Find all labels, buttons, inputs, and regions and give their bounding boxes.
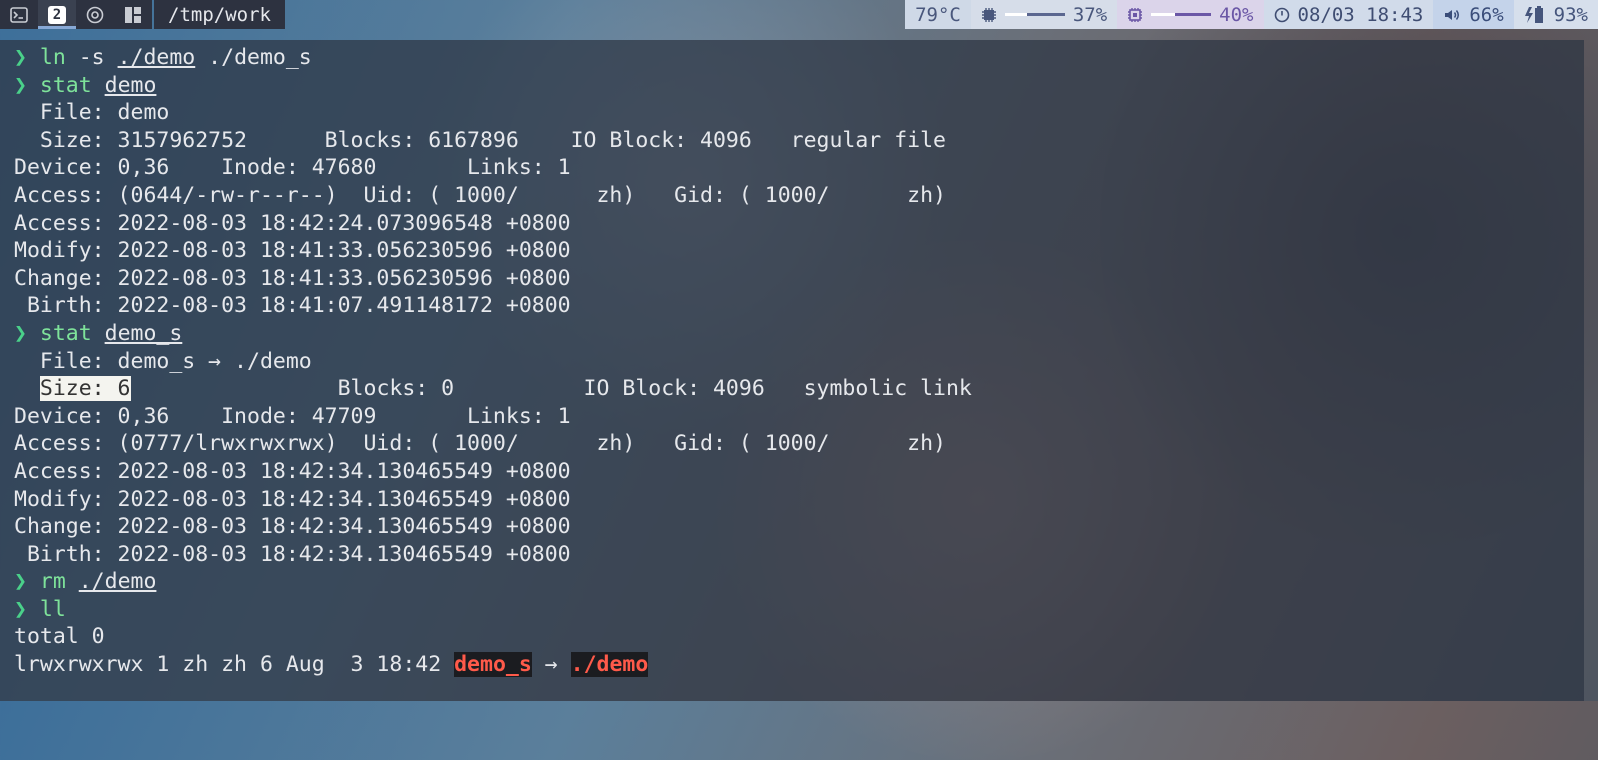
output-line: Birth: 2022-08-03 18:42:34.130465549 +08… <box>14 541 972 569</box>
clock-widget[interactable]: 08/03 18:43 <box>1263 0 1434 29</box>
command-line: ❯ stat demo <box>14 72 972 100</box>
workspace-terminal[interactable] <box>0 0 38 29</box>
path-argument: ./demo <box>78 569 157 595</box>
ls-entry-details: lrwxrwxrwx 1 zh zh 6 Aug 3 18:42 <box>14 652 455 678</box>
windows-icon <box>125 6 141 23</box>
cpu-value: 40% <box>1219 3 1254 26</box>
command-name: ll <box>39 596 66 622</box>
command-name: ln <box>39 45 66 70</box>
workspace-windows[interactable] <box>114 0 152 29</box>
output-text: Modify: 2022-08-03 18:42:34.130465549 +0… <box>14 486 571 512</box>
path-argument: demo <box>104 72 157 98</box>
output-line: Change: 2022-08-03 18:42:34.130465549 +0… <box>14 513 972 541</box>
output-text: File: demo_s → ./demo <box>14 348 312 374</box>
command-name: stat <box>39 320 92 346</box>
output-text: total 0 <box>14 624 105 650</box>
output-line: Size: 6 Blocks: 0 IO Block: 4096 symboli… <box>14 375 972 403</box>
output-text: Device: 0,36 Inode: 47709 Links: 1 <box>14 403 571 429</box>
output-text: Access: (0644/-rw-r--r--) Uid: ( 1000/ z… <box>14 182 946 208</box>
output-line: Device: 0,36 Inode: 47680 Links: 1 <box>14 154 972 182</box>
output-line: lrwxrwxrwx 1 zh zh 6 Aug 3 18:42 demo_s … <box>14 651 972 679</box>
output-line: Modify: 2022-08-03 18:42:34.130465549 +0… <box>14 486 972 514</box>
output-line: Access: (0644/-rw-r--r--) Uid: ( 1000/ z… <box>14 182 972 210</box>
output-line: Change: 2022-08-03 18:41:33.056230596 +0… <box>14 265 972 293</box>
memory-chip-icon <box>981 7 996 22</box>
memory-value: 37% <box>1072 3 1108 26</box>
output-line: File: demo_s → ./demo <box>14 348 972 376</box>
broken-symlink-name: demo_s <box>454 652 532 678</box>
cpu-usage-bar <box>1151 13 1212 16</box>
output-text: Birth: 2022-08-03 18:42:34.130465549 +08… <box>14 541 571 567</box>
volume-value: 66% <box>1469 3 1504 26</box>
cpu-widget: 40% <box>1117 0 1264 29</box>
symlink-arrow: → <box>531 652 571 678</box>
command-line: ❯ ll <box>14 596 972 624</box>
output-text: Change: 2022-08-03 18:42:34.130465549 +0… <box>14 514 571 540</box>
datetime-value: 08/03 18:43 <box>1297 3 1424 26</box>
output-line: Device: 0,36 Inode: 47709 Links: 1 <box>14 403 972 431</box>
output-text: Change: 2022-08-03 18:41:33.056230596 +0… <box>14 265 571 291</box>
selected-text: Size: 6 <box>39 376 131 402</box>
command-line: ❯ ln -s ./demo ./demo_s <box>14 44 972 72</box>
command-argument: -s <box>65 45 118 70</box>
output-text: File: demo <box>14 100 170 126</box>
output-text: Access: 2022-08-03 18:42:34.130465549 +0… <box>14 458 571 484</box>
output-text: Access: 2022-08-03 18:42:24.073096548 +0… <box>14 210 571 236</box>
command-argument <box>66 569 79 594</box>
volume-widget[interactable]: 66% <box>1433 0 1514 29</box>
temperature-value: 79°C <box>915 3 961 26</box>
path-argument: ./demo <box>117 45 196 70</box>
output-line: Modify: 2022-08-03 18:41:33.056230596 +0… <box>14 237 972 265</box>
broken-symlink-target: ./demo <box>570 652 649 678</box>
output-line: Access: (0777/lrwxrwxrwx) Uid: ( 1000/ z… <box>14 430 972 458</box>
cpu-icon <box>1128 7 1143 22</box>
command-argument <box>92 73 105 98</box>
browser-icon <box>86 6 104 23</box>
output-text: Birth: 2022-08-03 18:41:07.491148172 +08… <box>14 293 571 319</box>
command-argument <box>92 321 105 346</box>
command-line: ❯ rm ./demo <box>14 568 972 596</box>
terminal-icon <box>10 6 28 23</box>
output-text: Access: (0777/lrwxrwxrwx) Uid: ( 1000/ z… <box>14 431 946 457</box>
terminal-window[interactable]: ❯ ln -s ./demo ./demo_s ❯ stat demo File:… <box>0 40 1584 701</box>
prompt-symbol: ❯ <box>14 320 40 346</box>
terminal-output: ❯ ln -s ./demo ./demo_s ❯ stat demo File:… <box>14 44 972 679</box>
command-name: rm <box>39 569 66 595</box>
prompt-symbol: ❯ <box>14 72 40 98</box>
output-text: Size: 3157962752 Blocks: 6167896 IO Bloc… <box>14 127 946 153</box>
clock-icon <box>1274 7 1289 22</box>
output-line: Access: 2022-08-03 18:42:24.073096548 +0… <box>14 210 972 238</box>
workspace-2[interactable]: 2 <box>38 0 76 29</box>
status-bar: 2 /tmp/work 79°C 37% 40% 08/03 18:43 66%… <box>0 0 1598 29</box>
output-line: Access: 2022-08-03 18:42:34.130465549 +0… <box>14 458 972 486</box>
current-directory: /tmp/work <box>154 0 285 29</box>
output-line: Size: 3157962752 Blocks: 6167896 IO Bloc… <box>14 127 972 155</box>
command-argument: ./demo_s <box>195 45 312 70</box>
command-name: stat <box>39 72 92 98</box>
battery-charging-icon <box>1524 5 1543 23</box>
command-line: ❯ stat demo_s <box>14 320 972 348</box>
volume-icon <box>1445 9 1460 20</box>
battery-value: 93% <box>1553 3 1588 26</box>
prompt-symbol: ❯ <box>14 45 40 70</box>
number-2-icon: 2 <box>48 5 66 24</box>
output-text: Blocks: 0 IO Block: 4096 symbolic link <box>130 376 972 402</box>
output-line: total 0 <box>14 623 972 651</box>
battery-widget: 93% <box>1513 0 1598 29</box>
workspace-browser[interactable] <box>76 0 114 29</box>
memory-widget: 37% <box>970 0 1118 29</box>
output-text: Device: 0,36 Inode: 47680 Links: 1 <box>14 155 571 181</box>
path-argument: demo_s <box>104 320 183 346</box>
output-line: Birth: 2022-08-03 18:41:07.491148172 +08… <box>14 292 972 320</box>
prompt-symbol: ❯ <box>14 569 40 595</box>
output-text: Modify: 2022-08-03 18:41:33.056230596 +0… <box>14 238 571 264</box>
prompt-symbol: ❯ <box>14 596 40 622</box>
memory-usage-bar <box>1004 13 1065 16</box>
temperature-widget: 79°C <box>905 0 971 29</box>
output-line: File: demo <box>14 99 972 127</box>
